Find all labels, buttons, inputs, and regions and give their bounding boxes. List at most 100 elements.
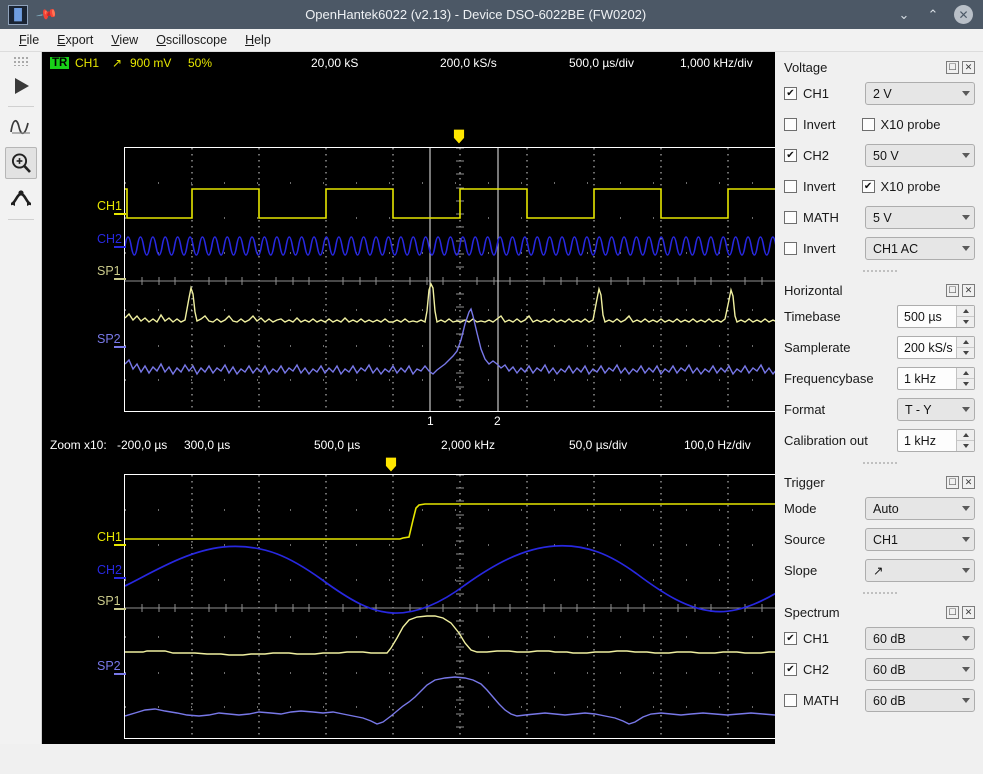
main-ch1-marker-label[interactable]: CH1 xyxy=(97,199,122,213)
zoom-plot[interactable] xyxy=(124,474,775,739)
main-plot[interactable] xyxy=(124,147,775,412)
horizontal-samplerate-spinbox[interactable]: 200 kS/s xyxy=(897,336,975,359)
menu-file[interactable]: File xyxy=(10,31,48,49)
zoom-frequency-label: 2,000 kHz xyxy=(441,438,496,452)
voltage-math-invert-checkbox[interactable] xyxy=(784,242,797,255)
voltage-ch1-row: CH1 2 V xyxy=(784,78,975,109)
zoom-ch1-marker-tick[interactable] xyxy=(114,544,126,546)
zoom-sp1-marker-tick[interactable] xyxy=(114,608,126,610)
voltage-ch1-invert-checkbox[interactable] xyxy=(784,118,797,131)
toolbar-grip[interactable] xyxy=(12,56,29,66)
zoom-sp1-marker-label[interactable]: SP1 xyxy=(97,594,121,608)
trigger-mode-row: Mode Auto xyxy=(784,493,975,524)
chevron-down-icon xyxy=(962,153,970,158)
voltage-ch1-gain-select[interactable]: 2 V xyxy=(865,82,975,105)
spectrum-ch2-value: 60 dB xyxy=(873,662,906,677)
sample-count-label: 20,00 kS xyxy=(311,56,359,70)
close-button[interactable]: ✕ xyxy=(954,5,973,24)
main-sp1-marker-label[interactable]: SP1 xyxy=(97,264,121,278)
spin-down-icon[interactable] xyxy=(957,317,974,327)
zoom-ch1-marker-label[interactable]: CH1 xyxy=(97,530,122,544)
horizontal-float-icon[interactable]: ☐ xyxy=(946,283,959,297)
trigger-mode-select[interactable]: Auto xyxy=(865,497,975,520)
zoom-marker2-label: 300,0 µs xyxy=(184,438,231,452)
zoom-label: Zoom x10: xyxy=(50,438,107,452)
chevron-down-icon xyxy=(962,667,970,672)
toolbar-separator-2 xyxy=(7,219,34,220)
minimize-button[interactable]: ⌄ xyxy=(896,8,912,21)
voltage-math-gain-value: 5 V xyxy=(873,210,892,225)
waveform-icon[interactable] xyxy=(5,111,37,143)
zoom-sp2-marker-label[interactable]: SP2 xyxy=(97,659,121,673)
spectrum-ch1-checkbox[interactable] xyxy=(784,632,797,645)
spectrum-ch1-select[interactable]: 60 dB xyxy=(865,627,975,650)
zoom-plot-canvas xyxy=(125,475,775,738)
spin-up-icon[interactable] xyxy=(957,368,974,379)
horizontal-frequencybase-spinbox[interactable]: 1 kHz xyxy=(897,367,975,390)
trigger-mode-label: Mode xyxy=(784,501,817,516)
spin-up-icon[interactable] xyxy=(957,306,974,317)
menu-view[interactable]: View xyxy=(102,31,147,49)
voltage-math-gain-select[interactable]: 5 V xyxy=(865,206,975,229)
trigger-source-label: Source xyxy=(784,532,826,547)
spin-down-icon[interactable] xyxy=(957,441,974,451)
spectrum-ch2-checkbox[interactable] xyxy=(784,663,797,676)
trigger-source-select[interactable]: CH1 xyxy=(865,528,975,551)
trigger-slope-row: Slope ↗ xyxy=(784,555,975,586)
menu-export[interactable]: Export xyxy=(48,31,102,49)
chevron-down-icon xyxy=(962,407,970,412)
horizontal-timebase-label: Timebase xyxy=(784,309,841,324)
horizontal-samplerate-row: Samplerate 200 kS/s xyxy=(784,332,975,363)
spin-up-icon[interactable] xyxy=(957,430,974,441)
trigger-float-icon[interactable]: ☐ xyxy=(946,475,959,489)
voltage-float-icon[interactable]: ☐ xyxy=(946,60,959,74)
toolbar-separator xyxy=(7,106,34,107)
left-toolbar xyxy=(0,52,42,744)
voltage-section-title: Voltage xyxy=(784,59,828,75)
voltage-math-checkbox[interactable] xyxy=(784,211,797,224)
voltage-ch2-gain-select[interactable]: 50 V xyxy=(865,144,975,167)
main-sp2-marker-label[interactable]: SP2 xyxy=(97,332,121,346)
trigger-position-marker[interactable] xyxy=(453,129,465,145)
spectrum-close-icon[interactable]: ✕ xyxy=(962,605,975,619)
main-ch1-marker-tick[interactable] xyxy=(114,213,126,215)
voltage-ch2-x10-checkbox[interactable] xyxy=(861,180,875,193)
samplerate-label: 200,0 kS/s xyxy=(440,56,497,70)
voltage-ch1-checkbox[interactable] xyxy=(784,87,797,100)
voltage-close-icon[interactable]: ✕ xyxy=(962,60,975,74)
spectrum-float-icon[interactable]: ☐ xyxy=(946,605,959,619)
spin-up-icon[interactable] xyxy=(957,337,974,348)
voltage-ch1-x10-checkbox[interactable] xyxy=(861,118,875,131)
spectrum-math-select[interactable]: 60 dB xyxy=(865,689,975,712)
main-ch2-marker-tick[interactable] xyxy=(114,246,126,248)
voltage-ch2-invert-checkbox[interactable] xyxy=(784,180,797,193)
main-sp2-marker-tick[interactable] xyxy=(114,346,126,348)
horizontal-format-select[interactable]: T - Y xyxy=(897,398,975,421)
spin-down-icon[interactable] xyxy=(957,348,974,358)
spectrum-math-value: 60 dB xyxy=(873,693,906,708)
horizontal-calibration-spinbox[interactable]: 1 kHz xyxy=(897,429,975,452)
spectrum-ch2-select[interactable]: 60 dB xyxy=(865,658,975,681)
voltage-ch2-checkbox[interactable] xyxy=(784,149,797,162)
zoom-ch2-marker-label[interactable]: CH2 xyxy=(97,563,122,577)
zoom-sp2-marker-tick[interactable] xyxy=(114,673,126,675)
cursor-measure-icon[interactable] xyxy=(5,183,37,215)
voltage-math-mode-select[interactable]: CH1 AC xyxy=(865,237,975,260)
trigger-close-icon[interactable]: ✕ xyxy=(962,475,975,489)
menu-help[interactable]: Help xyxy=(236,31,280,49)
spectrum-math-checkbox[interactable] xyxy=(784,694,797,707)
zoom-trigger-position-marker[interactable] xyxy=(385,457,397,473)
spin-down-icon[interactable] xyxy=(957,379,974,389)
zoom-in-icon[interactable] xyxy=(4,147,37,179)
horizontal-close-icon[interactable]: ✕ xyxy=(962,283,975,297)
start-stop-play-icon[interactable] xyxy=(5,70,37,102)
trigger-badge: TR xyxy=(50,57,70,69)
maximize-button[interactable]: ⌃ xyxy=(925,8,941,21)
horizontal-timebase-spinbox[interactable]: 500 µs xyxy=(897,305,975,328)
main-ch2-marker-label[interactable]: CH2 xyxy=(97,232,122,246)
trigger-slope-select[interactable]: ↗ xyxy=(865,559,975,582)
zoom-ch2-marker-tick[interactable] xyxy=(114,577,126,579)
main-sp1-marker-tick[interactable] xyxy=(114,278,126,280)
voltage-math-mode-value: CH1 AC xyxy=(873,241,919,256)
menu-oscilloscope[interactable]: Oscilloscope xyxy=(147,31,236,49)
